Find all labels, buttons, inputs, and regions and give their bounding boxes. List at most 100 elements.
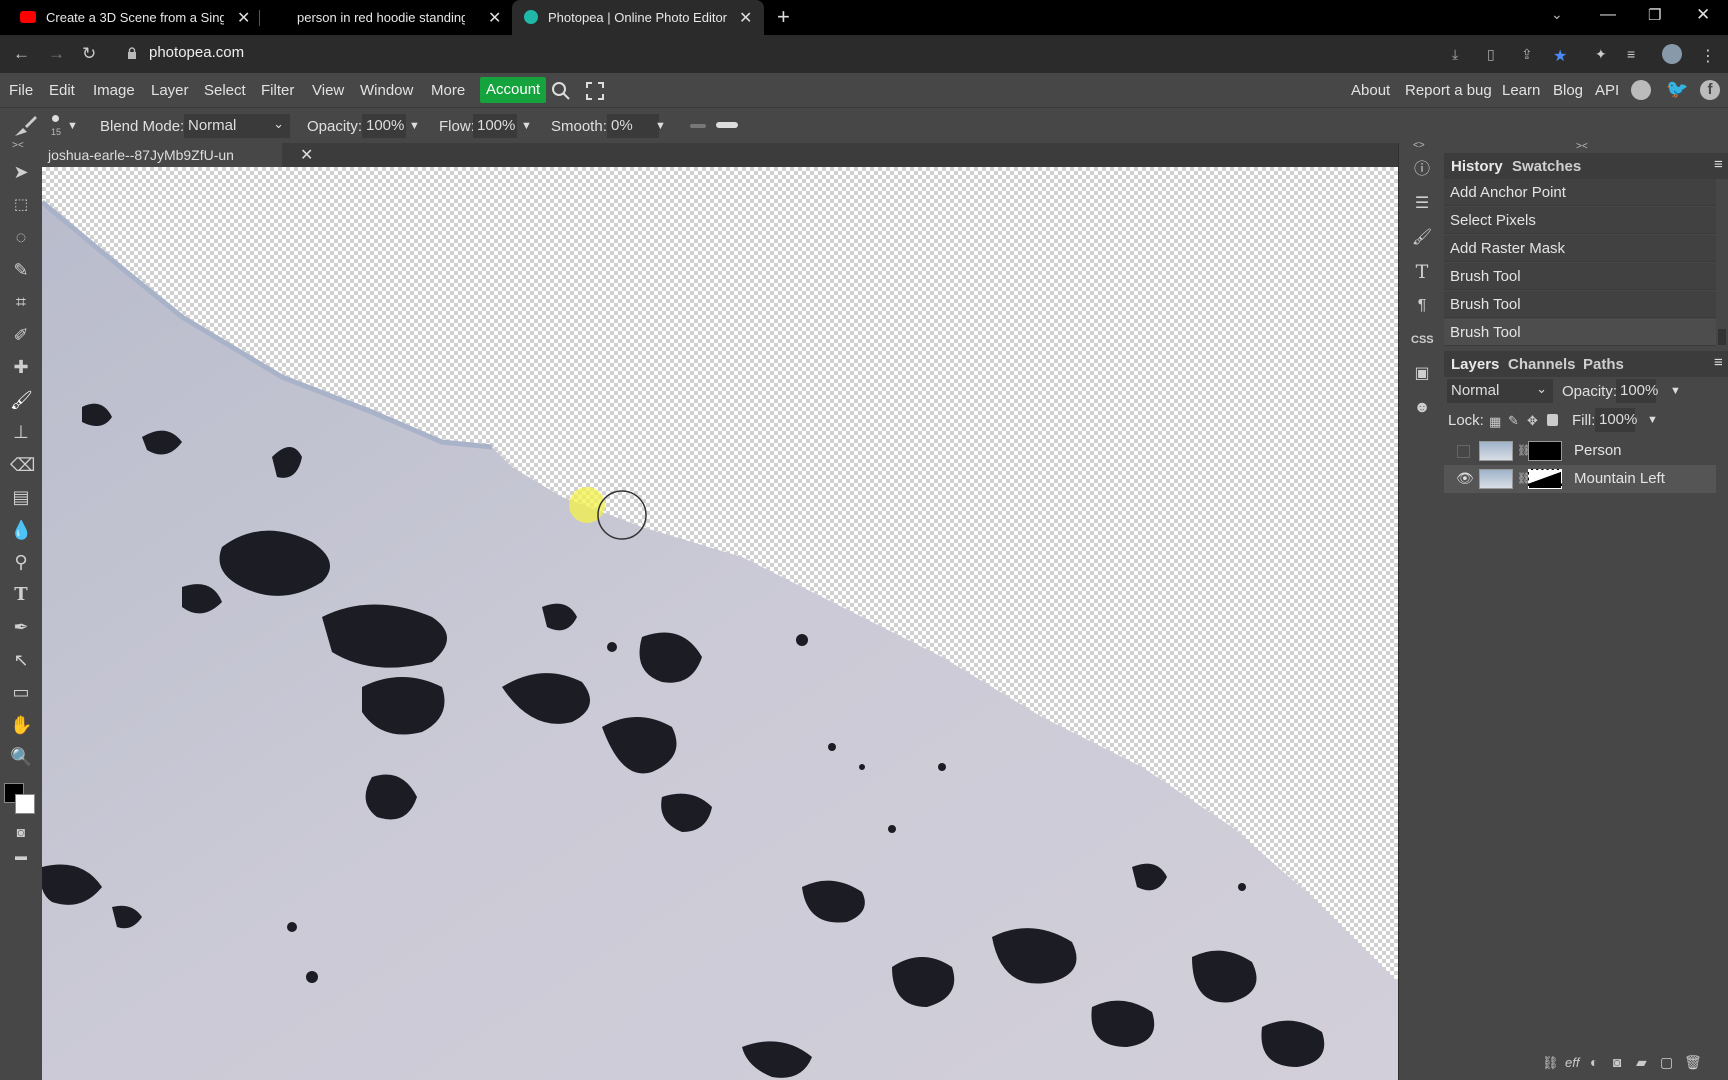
bookmark-star-icon[interactable]: ★	[1553, 46, 1569, 65]
image-icon[interactable]: ▣	[1411, 363, 1433, 385]
brush-dropdown-icon[interactable]: ▼	[67, 120, 78, 132]
lasso-tool-icon[interactable]: ◌	[10, 226, 32, 248]
quick-select-tool-icon[interactable]: ✎	[10, 259, 32, 281]
pressure-opacity-icon[interactable]	[690, 124, 706, 128]
tab-search-icon[interactable]: ⌄	[1551, 6, 1563, 23]
shape-tool-icon[interactable]: ▭	[10, 681, 32, 703]
close-tab-icon[interactable]: ✕	[739, 8, 752, 28]
menu-view[interactable]: View	[312, 82, 344, 99]
tab-channels[interactable]: Channels	[1508, 356, 1576, 373]
twitter-icon[interactable]: 🐦	[1666, 79, 1688, 100]
smooth-field[interactable]: 0%	[607, 114, 659, 138]
tab-layers[interactable]: Layers	[1451, 356, 1499, 373]
canvas[interactable]	[42, 167, 1398, 1080]
tab-history[interactable]: History	[1451, 158, 1503, 175]
delete-layer-icon[interactable]: 🗑	[1684, 1054, 1702, 1071]
media-icon[interactable]: ≡	[1627, 46, 1643, 62]
eyedropper-tool-icon[interactable]: ✐	[10, 324, 32, 346]
history-item[interactable]: Brush Tool	[1444, 291, 1716, 318]
forward-icon[interactable]: →	[48, 44, 65, 64]
panel-menu-icon[interactable]: ≡	[1714, 354, 1723, 371]
type-tool-icon[interactable]: T	[10, 584, 32, 606]
link-report-bug[interactable]: Report a bug	[1405, 82, 1492, 99]
browser-tab-search[interactable]: person in red hoodie standing o ✕	[260, 0, 510, 35]
visibility-toggle[interactable]	[1457, 445, 1470, 458]
document-tab[interactable]: joshua-earle--87JyMb9ZfU-un	[42, 143, 282, 167]
new-layer-icon[interactable]: ▢	[1660, 1054, 1673, 1071]
add-mask-icon[interactable]: ◙	[1613, 1054, 1621, 1070]
layer-opacity-field[interactable]: 100%	[1616, 379, 1658, 403]
emoji-icon[interactable]: ☻	[1411, 397, 1433, 419]
menu-filter[interactable]: Filter	[261, 82, 294, 99]
brush-tip-icon[interactable]	[52, 115, 59, 122]
smooth-dropdown-icon[interactable]: ▼	[655, 120, 666, 132]
lock-all-icon[interactable]	[1547, 414, 1558, 426]
panel-menu-icon[interactable]: ≡	[1714, 156, 1723, 173]
opacity-dropdown-icon[interactable]: ▼	[409, 120, 420, 132]
reload-icon[interactable]: ↻	[82, 44, 96, 64]
flow-dropdown-icon[interactable]: ▼	[521, 120, 532, 132]
css-icon[interactable]: CSS	[1411, 329, 1434, 351]
crop-tool-icon[interactable]: ⌗	[10, 291, 32, 313]
avatar[interactable]	[1662, 44, 1682, 64]
layer-row-person[interactable]: ⛓ Person	[1444, 437, 1716, 465]
tab-paths[interactable]: Paths	[1583, 356, 1624, 373]
menu-more[interactable]: More	[431, 82, 465, 99]
blur-tool-icon[interactable]: 💧	[10, 519, 32, 541]
page-icon[interactable]: ▯	[1487, 46, 1503, 62]
flow-field[interactable]: 100%	[473, 114, 517, 138]
effects-button[interactable]: eff	[1565, 1055, 1579, 1070]
link-layers-icon[interactable]: ⛓	[1542, 1055, 1559, 1071]
reddit-icon[interactable]	[1631, 80, 1651, 100]
opacity-field[interactable]: 100%	[362, 114, 406, 138]
lock-position-icon[interactable]: ✥	[1527, 413, 1538, 429]
healing-tool-icon[interactable]: ✚	[10, 356, 32, 378]
browser-menu-icon[interactable]: ⋮	[1700, 46, 1716, 65]
link-learn[interactable]: Learn	[1502, 82, 1540, 99]
layer-opacity-dropdown-icon[interactable]: ▼	[1670, 385, 1681, 397]
layer-blend-select[interactable]: Normal ⌄	[1447, 379, 1553, 403]
lock-pixels-icon[interactable]: ✎	[1508, 413, 1519, 429]
history-scrollbar[interactable]	[1718, 329, 1726, 345]
move-tool-icon[interactable]: ➤	[10, 161, 32, 183]
facebook-icon[interactable]: f	[1700, 80, 1720, 100]
history-item[interactable]: Add Raster Mask	[1444, 235, 1716, 262]
collapse-toolbar-icon[interactable]: ><	[12, 140, 24, 151]
gradient-tool-icon[interactable]: ▤	[10, 486, 32, 508]
fill-dropdown-icon[interactable]: ▼	[1647, 414, 1658, 426]
layer-mask-thumbnail[interactable]	[1528, 441, 1562, 461]
install-icon[interactable]: ⤓	[1452, 46, 1468, 62]
link-blog[interactable]: Blog	[1553, 82, 1583, 99]
paragraph-icon[interactable]: ¶	[1411, 295, 1433, 317]
blend-mode-select[interactable]: Normal ⌄	[184, 114, 290, 138]
dodge-tool-icon[interactable]: ⚲	[10, 551, 32, 573]
hand-tool-icon[interactable]: ✋	[10, 714, 32, 736]
close-window-icon[interactable]: ✕	[1696, 5, 1710, 25]
path-select-tool-icon[interactable]: ↖	[10, 649, 32, 671]
history-item[interactable]: Select Pixels	[1444, 207, 1716, 234]
close-tab-icon[interactable]: ✕	[488, 8, 501, 28]
screen-mode-icon[interactable]: ▬	[10, 845, 32, 867]
minimize-icon[interactable]: —	[1600, 6, 1616, 24]
browser-tab-youtube[interactable]: Create a 3D Scene from a Single ✕	[0, 0, 255, 35]
lock-transparency-icon[interactable]: ▦	[1489, 414, 1501, 430]
info-icon[interactable]: ⓘ	[1411, 159, 1433, 181]
new-tab-icon[interactable]: +	[777, 4, 790, 30]
eye-icon[interactable]: 👁	[1456, 470, 1474, 487]
menu-file[interactable]: File	[9, 82, 33, 99]
menu-select[interactable]: Select	[204, 82, 246, 99]
brush-preset-icon[interactable]	[13, 114, 39, 138]
browser-tab-photopea[interactable]: Photopea | Online Photo Editor ✕	[512, 0, 764, 35]
menu-layer[interactable]: Layer	[151, 82, 189, 99]
history-item[interactable]: Add Anchor Point	[1444, 179, 1716, 206]
collapse-panels-icon[interactable]: ><	[1576, 141, 1588, 152]
expand-panel-icon[interactable]: <>	[1413, 140, 1425, 151]
layer-mask-thumbnail[interactable]	[1528, 469, 1562, 489]
close-document-icon[interactable]: ✕	[300, 145, 313, 165]
back-icon[interactable]: ←	[13, 44, 30, 64]
close-tab-icon[interactable]: ✕	[237, 8, 250, 28]
background-color-swatch[interactable]	[15, 794, 35, 814]
restore-icon[interactable]: ❐	[1648, 6, 1661, 24]
marquee-tool-icon[interactable]: ⬚	[10, 194, 32, 216]
link-api[interactable]: API	[1595, 82, 1619, 99]
